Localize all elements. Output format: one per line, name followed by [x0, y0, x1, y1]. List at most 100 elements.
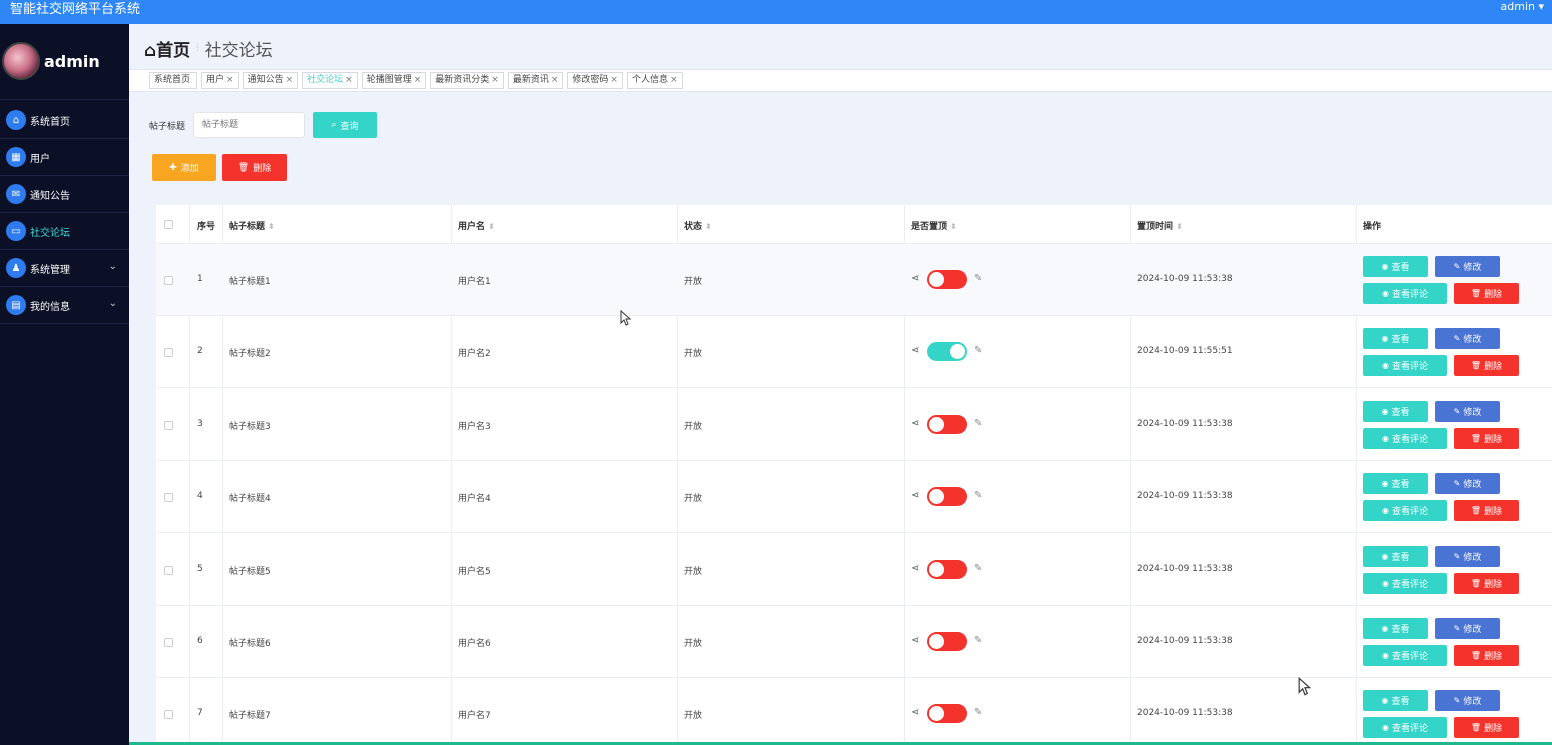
cell-pin-time: 2024-10-09 11:53:38	[1137, 419, 1233, 429]
tab[interactable]: 修改密码 ×	[567, 72, 623, 89]
tab[interactable]: 最新资讯分类 ×	[430, 72, 504, 89]
close-icon[interactable]: ×	[414, 73, 422, 88]
toggle-knob	[929, 634, 944, 649]
view-comments-button[interactable]: ◉ 查看评论	[1363, 645, 1447, 666]
tab[interactable]: 轮播图管理 ×	[361, 72, 427, 89]
edit-button[interactable]: ✎ 修改	[1435, 256, 1500, 277]
row-checkbox[interactable]	[164, 276, 173, 285]
close-icon[interactable]: ×	[491, 73, 499, 88]
tab[interactable]: 用户 ×	[201, 72, 239, 89]
header-status[interactable]: 状态 ⬍	[684, 219, 712, 232]
close-icon[interactable]: ×	[345, 73, 353, 88]
view-comments-button[interactable]: ◉ 查看评论	[1363, 573, 1447, 594]
row-checkbox[interactable]	[164, 493, 173, 502]
pinned-toggle[interactable]	[927, 270, 967, 289]
sort-icon[interactable]: ⬍	[268, 222, 275, 231]
sort-icon[interactable]: ⬍	[1176, 222, 1183, 231]
row-checkbox[interactable]	[164, 710, 173, 719]
delete-button[interactable]: 🗑 删除	[1454, 645, 1519, 666]
batch-delete-button[interactable]: 🗑 删除	[222, 154, 287, 181]
row-checkbox[interactable]	[164, 348, 173, 357]
query-button[interactable]: ⌕ 查询	[313, 112, 377, 138]
pinned-toggle[interactable]	[927, 704, 967, 723]
view-button[interactable]: ◉ 查看	[1363, 473, 1428, 494]
tab[interactable]: 社交论坛 ×	[302, 72, 358, 89]
toggle-knob	[929, 489, 944, 504]
add-button[interactable]: ✚ 添加	[152, 154, 216, 181]
view-comments-button[interactable]: ◉ 查看评论	[1363, 428, 1447, 449]
edit-button[interactable]: ✎ 修改	[1435, 401, 1500, 422]
view-button[interactable]: ◉ 查看	[1363, 328, 1428, 349]
sort-icon[interactable]: ⬍	[950, 222, 957, 231]
tab[interactable]: 通知公告 ×	[242, 72, 299, 89]
edit-icon: ✎	[1453, 696, 1461, 705]
tab[interactable]: 个人信息 ×	[626, 72, 683, 89]
header-title[interactable]: 帖子标题 ⬍	[229, 219, 275, 232]
close-icon[interactable]: ×	[226, 73, 234, 88]
delete-button[interactable]: 🗑 删除	[1454, 283, 1519, 304]
view-button[interactable]: ◉ 查看	[1363, 401, 1428, 422]
pinned-toggle[interactable]	[927, 560, 967, 579]
delete-button[interactable]: 🗑 删除	[1454, 500, 1519, 521]
cell-status: 开放	[684, 567, 703, 577]
view-button[interactable]: ◉ 查看	[1363, 256, 1428, 277]
eye-icon: ◉	[1382, 651, 1389, 660]
edit-button[interactable]: ✎ 修改	[1435, 328, 1500, 349]
header-pinned[interactable]: 是否置顶 ⬍	[911, 219, 957, 232]
close-icon[interactable]: ×	[551, 73, 559, 88]
cell-title: 帖子标题6	[229, 639, 271, 649]
pencil-icon: ✎	[974, 490, 983, 501]
tab[interactable]: 系统首页	[149, 72, 198, 89]
sidebar-item[interactable]: ♟ 系统管理 ⌄	[0, 250, 129, 287]
view-button[interactable]: ◉ 查看	[1363, 690, 1428, 711]
view-comments-button[interactable]: ◉ 查看评论	[1363, 355, 1447, 376]
edit-button[interactable]: ✎ 修改	[1435, 546, 1500, 567]
pinned-toggle[interactable]	[927, 342, 967, 361]
sidebar-item[interactable]: ✉ 通知公告	[0, 176, 129, 213]
tab[interactable]: 最新资讯 ×	[507, 72, 564, 89]
search-input[interactable]	[193, 112, 305, 138]
pinned-toggle[interactable]	[927, 487, 967, 506]
sidebar-item[interactable]: ▤ 我的信息 ⌄	[0, 287, 129, 324]
header-title-label: 帖子标题	[229, 222, 266, 232]
view-comments-button[interactable]: ◉ 查看评论	[1363, 500, 1447, 521]
view-button[interactable]: ◉ 查看	[1363, 618, 1428, 639]
row-checkbox[interactable]	[164, 638, 173, 647]
edit-button[interactable]: ✎ 修改	[1435, 690, 1500, 711]
cell-index: 3	[197, 419, 203, 429]
row-checkbox[interactable]	[164, 566, 173, 575]
delete-button[interactable]: 🗑 删除	[1454, 355, 1519, 376]
header-username[interactable]: 用户名 ⬍	[458, 219, 495, 232]
sort-icon[interactable]: ⬍	[488, 222, 495, 231]
close-icon[interactable]: ×	[670, 73, 678, 88]
toggle-knob	[929, 706, 944, 721]
delete-label: 删除	[1484, 724, 1503, 734]
user-menu[interactable]: admin ▾	[1501, 0, 1544, 14]
delete-button[interactable]: 🗑 删除	[1454, 428, 1519, 449]
view-comments-button[interactable]: ◉ 查看评论	[1363, 283, 1447, 304]
row-checkbox[interactable]	[164, 421, 173, 430]
sidebar-item[interactable]: ⌂ 系统首页	[0, 102, 129, 139]
sort-icon[interactable]: ⬍	[705, 222, 712, 231]
close-icon[interactable]: ×	[286, 73, 294, 88]
delete-label: 删除	[1484, 290, 1503, 300]
delete-button[interactable]: 🗑 删除	[1454, 573, 1519, 594]
breadcrumb-home[interactable]: ⌂首页	[144, 36, 190, 61]
pinned-toggle[interactable]	[927, 632, 967, 651]
close-icon[interactable]: ×	[610, 73, 618, 88]
sidebar-item[interactable]: ▦ 用户	[0, 139, 129, 176]
pinned-toggle[interactable]	[927, 415, 967, 434]
sidebar-item[interactable]: ▭ 社交论坛	[0, 213, 129, 250]
select-all-checkbox[interactable]	[164, 220, 173, 229]
edit-button[interactable]: ✎ 修改	[1435, 473, 1500, 494]
header-status-label: 状态	[684, 222, 703, 232]
sidebar: admin ⌂ 系统首页 ▦ 用户 ✉ 通知公告 ▭ 社交论坛 ♟ 系统管理 ⌄ ▤ 我的信息 ⌄	[0, 24, 129, 745]
view-comments-button[interactable]: ◉ 查看评论	[1363, 717, 1447, 738]
cell-username: 用户名1	[458, 277, 491, 287]
table-header: 序号 帖子标题 ⬍ 用户名 ⬍ 状态 ⬍ 是否置顶 ⬍ 置顶时间 ⬍ 操作	[156, 205, 1552, 244]
sidebar-item-label: 系统首页	[30, 116, 70, 128]
edit-button[interactable]: ✎ 修改	[1435, 618, 1500, 639]
view-button[interactable]: ◉ 查看	[1363, 546, 1428, 567]
header-pin-time[interactable]: 置顶时间 ⬍	[1137, 219, 1183, 232]
delete-button[interactable]: 🗑 删除	[1454, 717, 1519, 738]
